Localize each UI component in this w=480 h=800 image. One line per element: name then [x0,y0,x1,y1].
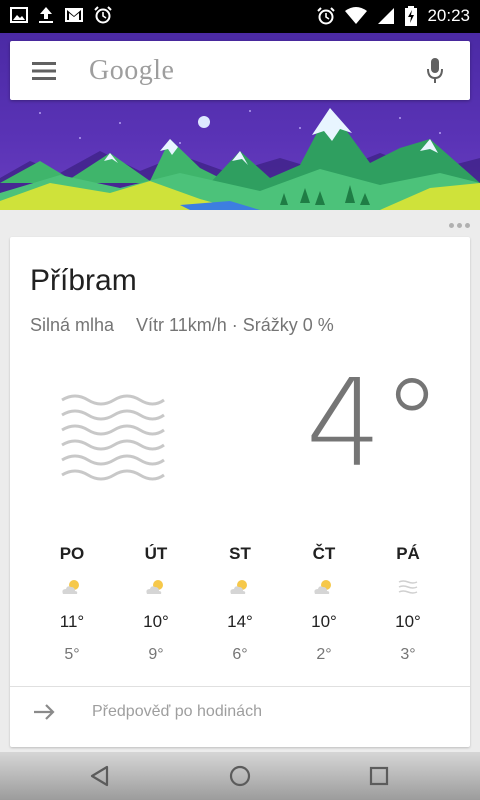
hourly-forecast-label: Předpověď po hodinách [92,703,262,720]
partly-cloudy-icon [230,580,247,594]
day-name: ČT [312,544,336,563]
clock: 20:23 [427,6,470,25]
alarm-icon [317,7,336,25]
home-icon [229,765,251,787]
high-temperature: 10° [311,612,337,631]
weather-details: Vítr 11km/h · Srážky 0 % [136,315,334,335]
navigation-bar [0,752,480,800]
more-options-icon[interactable] [449,223,470,228]
partly-cloudy-icon [146,580,163,594]
day-name: PÁ [396,544,420,563]
day-name: ST [229,544,251,563]
day-name: ÚT [144,544,168,563]
daily-forecast: PO 11° 5° ÚT 10° 9° ST 14° 6° ČT 10° 2° … [30,544,450,670]
low-temperature: 9° [148,646,164,663]
high-temperature: 10° [143,612,169,631]
fog-icon [61,394,165,481]
condition-text: Silná mlha [30,315,115,335]
signal-icon [378,8,395,24]
forecast-day: ÚT 10° 9° [114,544,198,670]
current-temperature: 4° [305,355,442,494]
back-icon [90,765,109,787]
high-temperature: 14° [227,612,253,631]
recent-apps-button[interactable] [363,760,395,792]
forecast-day: PÁ 10° 3° [366,544,450,670]
low-temperature: 2° [316,646,332,663]
weather-card[interactable]: Příbram Silná mlha Vítr 11km/h · Srážky … [10,237,470,747]
google-logo: Google [89,55,175,86]
microphone-icon[interactable] [426,56,444,86]
partly-cloudy-icon [314,580,331,594]
arrow-right-icon [34,704,55,720]
home-button[interactable] [224,760,256,792]
forecast-day: ST 14° 6° [198,544,282,670]
upload-icon [39,7,53,23]
partly-cloudy-icon [62,580,79,594]
header-banner: Google [0,33,480,210]
forecast-day: PO 11° 5° [30,544,114,670]
day-name: PO [59,544,85,563]
low-temperature: 3° [400,646,416,663]
hourly-forecast-link[interactable]: Předpověď po hodinách [32,703,262,721]
alarm-icon [94,6,112,24]
wifi-icon [345,7,368,24]
weather-conditions: Silná mlha Vítr 11km/h · Srážky 0 % [30,315,334,336]
image-icon [10,7,28,23]
menu-icon[interactable] [32,61,58,81]
back-button[interactable] [84,760,116,792]
city-name: Příbram [30,264,137,297]
gmail-icon [65,8,83,22]
forecast-day: ČT 10° 2° [282,544,366,670]
high-temperature: 11° [59,612,85,631]
low-temperature: 5° [64,646,80,663]
status-bar: 20:23 [0,0,480,33]
low-temperature: 6° [232,646,248,663]
recent-apps-icon [369,766,389,786]
divider [10,686,470,687]
battery-charging-icon [405,6,418,26]
fog-icon [398,580,418,594]
search-bar[interactable]: Google [10,41,470,100]
high-temperature: 10° [395,612,421,631]
